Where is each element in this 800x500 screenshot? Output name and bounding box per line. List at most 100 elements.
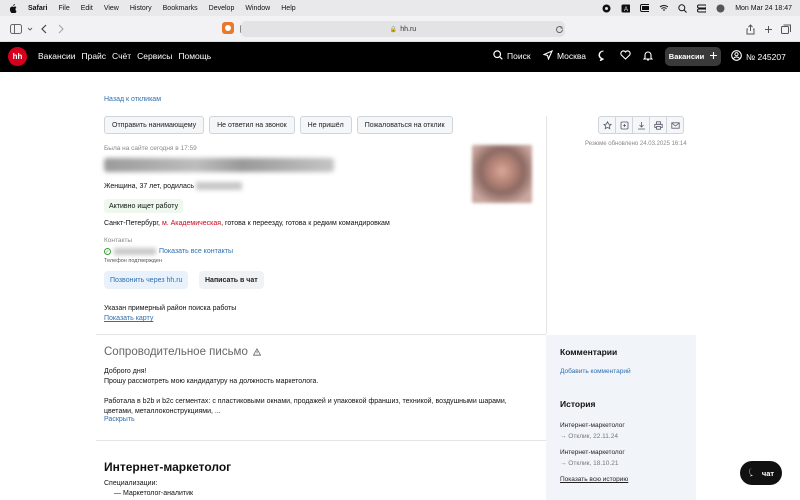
heart-icon[interactable] — [620, 50, 631, 60]
comments-title: Комментарии — [560, 347, 618, 357]
chat-bubble-icon — [748, 467, 758, 479]
history-item-title[interactable]: Интернет-маркетолог — [560, 449, 625, 456]
search-icon[interactable] — [678, 3, 688, 13]
city: Санкт-Петербург, — [104, 220, 162, 227]
expand-link[interactable]: Раскрыть — [104, 416, 135, 423]
menu-window[interactable]: Window — [245, 5, 270, 12]
show-all-history-link[interactable]: Показать всю историю — [560, 476, 628, 483]
tab-overview-icon[interactable] — [780, 23, 792, 35]
lock-icon: 🔒 — [389, 26, 398, 33]
account-number: № 245207 — [746, 51, 786, 62]
last-seen: Была на сайте сегодня в 17:59 — [104, 145, 197, 152]
position-title: Интернет-маркетолог — [104, 460, 232, 474]
nav-item-account[interactable]: Счёт — [112, 51, 131, 61]
resume-updated-date: Резюме обновлено 24.03.2025 16:14 — [585, 141, 687, 147]
send-to-hiring-manager-button[interactable]: Отправить нанимающему — [104, 116, 205, 134]
column-divider — [546, 116, 547, 334]
folder-icon[interactable] — [615, 116, 633, 134]
report-response-button[interactable]: Пожаловаться на отклик — [356, 116, 453, 134]
tab-favicon-icon[interactable] — [222, 22, 234, 34]
address-bar[interactable]: 🔒 hh.ru — [241, 21, 565, 37]
apple-icon[interactable] — [8, 3, 18, 13]
metro-station: м. Академическая — [161, 220, 222, 227]
account-menu[interactable]: № 245207 — [731, 50, 786, 63]
nav-item-vacancies[interactable]: Вакансии — [38, 51, 75, 61]
back-to-responses-link[interactable]: Назад к откликам — [104, 96, 161, 103]
resume-page: Назад к откликам Отправить нанимающему Н… — [0, 72, 800, 500]
print-icon[interactable] — [649, 116, 667, 134]
chat-fab-button[interactable]: чат — [740, 461, 782, 485]
vacancies-create-button[interactable]: Вакансии — [665, 47, 721, 66]
reload-icon[interactable] — [553, 23, 565, 35]
share-icon[interactable] — [744, 23, 756, 35]
relocation-info: , готова к переезду, готова к редким ком… — [221, 220, 390, 227]
history-item-title[interactable]: Интернет-маркетолог — [560, 422, 625, 429]
cover-letter-line: Доброго дня! — [104, 368, 147, 375]
nav-item-price[interactable]: Прайс — [81, 51, 106, 61]
hh-logo[interactable]: hh — [8, 47, 27, 66]
bell-icon[interactable] — [643, 50, 653, 61]
back-icon[interactable] — [38, 23, 50, 35]
menu-view[interactable]: View — [104, 5, 119, 12]
menu-edit[interactable]: Edit — [81, 5, 93, 12]
birthdate-blurred — [196, 182, 243, 190]
vacancies-button-label: Вакансии — [668, 52, 705, 61]
no-answer-call-button[interactable]: Не ответил на звонок — [209, 116, 295, 134]
search-area-note: Указан примерный район поиска работы — [104, 305, 237, 312]
cover-letter-line: Работала в b2b и b2c сегментах: с пласти… — [104, 398, 507, 415]
keyboard-layout-icon[interactable]: A — [621, 4, 631, 13]
header-city[interactable]: Москва — [542, 49, 587, 62]
site-nav: Вакансии Прайс Счёт Сервисы Помощь — [38, 51, 211, 61]
nav-item-help[interactable]: Помощь — [178, 51, 211, 61]
contacts-label: Контакты — [104, 237, 133, 244]
new-tab-icon[interactable] — [762, 23, 774, 35]
menu-help[interactable]: Help — [281, 5, 295, 12]
specializations-label: Специализации: — [104, 480, 158, 487]
header-city-label: Москва — [557, 51, 587, 61]
plus-icon — [710, 52, 718, 61]
menu-app-safari[interactable]: Safari — [28, 5, 47, 12]
status-app-icon[interactable] — [602, 4, 611, 13]
menu-file[interactable]: File — [58, 5, 69, 12]
section-divider — [96, 440, 546, 441]
sidebar-toggle-icon[interactable] — [10, 23, 22, 35]
phone-verified: Телефон подтвержден — [104, 258, 162, 264]
location-arrow-icon — [542, 49, 554, 62]
add-comment-link[interactable]: Добавить комментарий — [560, 368, 631, 375]
location-line: Санкт-Петербург, м. Академическая, готов… — [104, 220, 390, 227]
status-badge: Активно ищет работу — [104, 199, 184, 213]
chevron-down-icon[interactable] — [24, 23, 36, 35]
menu-history[interactable]: History — [130, 5, 152, 12]
cover-letter-title: Сопроводительное письмо — [104, 346, 261, 358]
candidate-photo[interactable] — [472, 145, 532, 203]
menu-bookmarks[interactable]: Bookmarks — [163, 5, 198, 12]
chat-bubble-icon[interactable] — [598, 50, 609, 61]
show-contacts-link[interactable]: Показать все контакты — [159, 248, 233, 255]
history-item-status: → Отклик, 22.11.24 — [560, 433, 618, 440]
did-not-come-button[interactable]: Не пришёл — [299, 116, 352, 134]
menubar-datetime[interactable]: Mon Mar 24 18:47 — [735, 5, 792, 12]
control-center-icon[interactable] — [697, 4, 707, 13]
nav-item-services[interactable]: Сервисы — [137, 51, 172, 61]
download-icon[interactable] — [632, 116, 650, 134]
forward-icon[interactable] — [55, 23, 67, 35]
write-to-chat-button[interactable]: Написать в чат — [199, 271, 264, 289]
menu-develop[interactable]: Develop — [209, 5, 235, 12]
macos-menubar: Safari File Edit View History Bookmarks … — [0, 0, 800, 16]
site-header: hh Вакансии Прайс Счёт Сервисы Помощь По… — [0, 42, 800, 72]
warning-icon[interactable] — [252, 348, 261, 356]
star-icon[interactable] — [598, 116, 616, 134]
verified-check-icon: ✓ — [104, 248, 111, 255]
gender-age: Женщина, 37 лет, родилась — [104, 182, 243, 190]
cover-letter-heading: Сопроводительное письмо — [104, 346, 248, 358]
siri-icon[interactable] — [716, 4, 725, 13]
call-via-hh-button[interactable]: Позвонить через hh.ru — [104, 271, 189, 289]
history-item-status: → Отклик, 18.10.21 — [560, 460, 619, 467]
mail-icon[interactable] — [666, 116, 684, 134]
header-search[interactable]: Поиск — [493, 50, 531, 62]
battery-icon[interactable] — [640, 4, 650, 13]
specialization-item: — Маркетолог-аналитик — [114, 490, 194, 497]
wifi-icon[interactable] — [659, 4, 669, 13]
show-map-link[interactable]: Показать карту — [104, 315, 153, 322]
contacts-line: ✓ Показать все контакты — [104, 248, 233, 255]
